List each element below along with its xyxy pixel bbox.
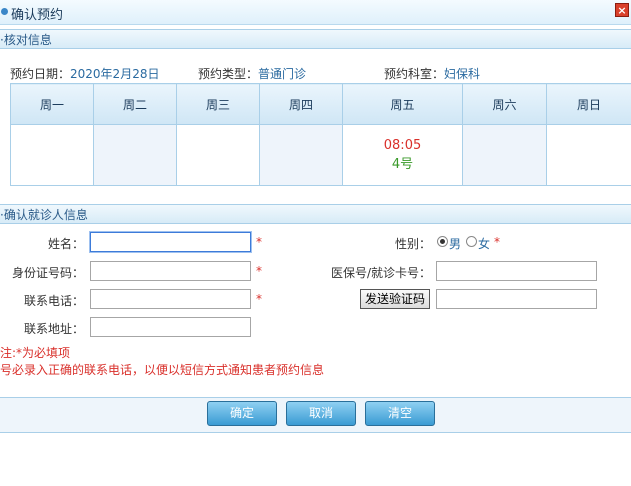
day-header-sun: 周日 xyxy=(546,83,631,125)
dept-value: 妇保科 xyxy=(444,67,481,81)
gender-female-label[interactable]: 女 xyxy=(478,235,490,252)
id-number-input[interactable] xyxy=(90,261,251,281)
close-button[interactable]: × xyxy=(615,3,629,17)
name-label: 姓名： xyxy=(47,237,84,251)
calendar-slot-row: 08:05 4号 xyxy=(10,124,631,186)
day-header-sat: 周六 xyxy=(462,83,547,125)
phone-note: 号必录入正确的联系电话，以便以短信方式通知患者预约信息 xyxy=(0,363,325,377)
name-input[interactable] xyxy=(90,232,251,252)
gender-male-radio[interactable] xyxy=(437,236,448,247)
address-input[interactable] xyxy=(90,317,251,337)
day-cell-tue xyxy=(93,124,177,186)
day-header-wed: 周三 xyxy=(176,83,260,125)
day-cell-mon xyxy=(10,124,94,186)
window-title: 确认预约 xyxy=(11,8,64,23)
slot-time: 08:05 xyxy=(383,138,422,153)
verification-code-input[interactable] xyxy=(436,289,597,309)
section-header-patient-info: ·确认就诊人信息 xyxy=(0,204,631,224)
section-title: ·核对信息 xyxy=(0,33,52,47)
day-cell-thu xyxy=(259,124,343,186)
week-calendar: 周一 周二 周三 周四 周五 周六 周日 08:05 4号 xyxy=(10,83,631,186)
appointment-department: 预约科室：妇保科 xyxy=(384,65,480,82)
window-icon xyxy=(1,8,8,15)
dept-label: 预约科室： xyxy=(384,67,445,81)
insurance-label: 医保号/就诊卡号： xyxy=(330,266,431,280)
phone-label: 联系电话： xyxy=(23,294,84,308)
section-header-verify-info: ·核对信息 xyxy=(0,29,631,49)
required-note: 注:*为必填项 xyxy=(0,346,71,360)
slot-number: 4号 xyxy=(391,157,414,172)
appointment-date: 预约日期：2020年2月28日 xyxy=(10,65,159,82)
day-header-thu: 周四 xyxy=(259,83,343,125)
type-value: 普通门诊 xyxy=(258,67,307,81)
day-header-mon: 周一 xyxy=(10,83,94,125)
id-required-mark: * xyxy=(256,264,262,278)
date-label: 预约日期： xyxy=(10,67,71,81)
appointment-type: 预约类型：普通门诊 xyxy=(198,65,306,82)
gender-female-radio[interactable] xyxy=(466,236,477,247)
clear-button[interactable]: 清空 xyxy=(365,401,435,426)
cancel-button[interactable]: 取消 xyxy=(286,401,356,426)
confirm-button[interactable]: 确定 xyxy=(207,401,277,426)
window-titlebar: 确认预约 × xyxy=(0,0,631,25)
day-cell-sun xyxy=(546,124,631,186)
gender-male-label[interactable]: 男 xyxy=(449,235,461,252)
address-label: 联系地址： xyxy=(23,322,84,336)
day-cell-sat xyxy=(462,124,547,186)
insurance-input[interactable] xyxy=(436,261,597,281)
id-number-label: 身份证号码： xyxy=(11,266,84,280)
name-required-mark: * xyxy=(256,235,262,249)
gender-required-mark: * xyxy=(494,235,500,249)
type-label: 预约类型： xyxy=(198,67,259,81)
section-title: ·确认就诊人信息 xyxy=(0,208,88,222)
day-header-tue: 周二 xyxy=(93,83,177,125)
day-cell-wed xyxy=(176,124,260,186)
gender-label: 性别： xyxy=(394,237,431,251)
phone-input[interactable] xyxy=(90,289,251,309)
date-value: 2020年2月28日 xyxy=(70,67,160,81)
phone-required-mark: * xyxy=(256,292,262,306)
day-cell-fri[interactable]: 08:05 4号 xyxy=(342,124,463,186)
calendar-header-row: 周一 周二 周三 周四 周五 周六 周日 xyxy=(10,83,631,125)
send-verification-code-button[interactable]: 发送验证码 xyxy=(360,289,430,309)
day-header-fri: 周五 xyxy=(342,83,463,125)
